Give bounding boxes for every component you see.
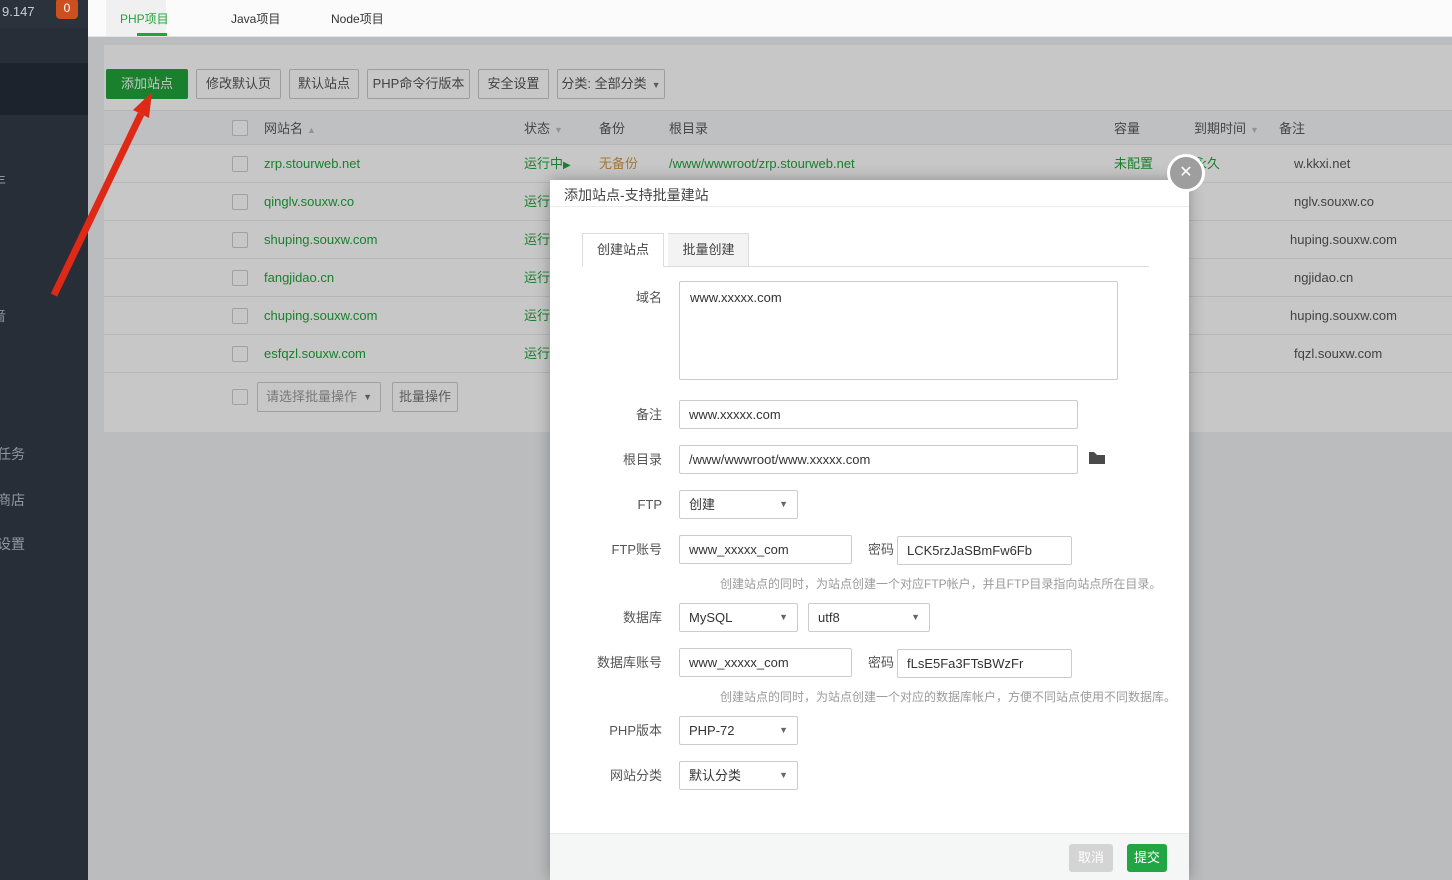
- ftp-password-label: 密码: [868, 535, 894, 564]
- modal-tab-create-site[interactable]: 创建站点: [582, 233, 664, 267]
- root-dir-input[interactable]: [679, 445, 1078, 474]
- domain-textarea[interactable]: www.xxxxx.com: [679, 281, 1118, 380]
- db-type-select[interactable]: MySQL▼: [679, 603, 798, 632]
- caret-down-icon: ▼: [779, 717, 788, 744]
- ftp-account-label: FTP账号: [550, 535, 662, 564]
- tab-active-underline: [137, 33, 167, 36]
- modal-tab-batch-create[interactable]: 批量创建: [668, 233, 749, 267]
- caret-down-icon: ▼: [911, 604, 920, 631]
- notification-badge[interactable]: 0: [56, 0, 78, 19]
- ftp-password-input[interactable]: [897, 536, 1072, 565]
- domain-label: 域名: [550, 283, 662, 312]
- cancel-button[interactable]: 取消: [1069, 844, 1113, 872]
- caret-down-icon: ▼: [779, 491, 788, 518]
- sidebar-header: 9.147 0: [0, 0, 88, 28]
- tab-node-project[interactable]: Node项目: [331, 10, 384, 27]
- tab-php-project[interactable]: PHP项目: [120, 10, 169, 27]
- db-label: 数据库: [550, 603, 662, 632]
- db-charset-select[interactable]: utf8▼: [808, 603, 930, 632]
- modal-title-divider: [550, 206, 1189, 207]
- ftp-label: FTP: [550, 490, 662, 519]
- modal-tabs: 创建站点 批量创建: [582, 233, 1149, 267]
- server-ip-fragment: 9.147: [2, 4, 35, 19]
- db-password-label: 密码: [868, 648, 894, 677]
- db-account-label: 数据库账号: [550, 648, 662, 677]
- caret-down-icon: ▼: [779, 762, 788, 789]
- add-site-modal: 添加站点-支持批量建站 创建站点 批量创建 域名 www.xxxxx.com 备…: [550, 180, 1189, 880]
- sidebar-item-cron[interactable]: 任务: [0, 444, 25, 464]
- modal-footer: 取消 提交: [550, 833, 1189, 880]
- remark-label: 备注: [550, 400, 662, 429]
- site-category-select[interactable]: 默认分类▼: [679, 761, 798, 790]
- caret-down-icon: ▼: [779, 604, 788, 631]
- project-tabs-bar: PHP项目 Java项目 Node项目: [88, 0, 1452, 37]
- root-dir-label: 根目录: [550, 445, 662, 474]
- db-password-input[interactable]: [897, 649, 1072, 678]
- sidebar-item-appstore[interactable]: 商店: [0, 490, 25, 510]
- submit-button[interactable]: 提交: [1127, 844, 1167, 872]
- app-window: 9.147 0 丰 啬 任务 商店 设置 PHP项目 Java项目 Node项目…: [0, 0, 1452, 880]
- remark-input[interactable]: [679, 400, 1078, 429]
- db-account-input[interactable]: [679, 648, 852, 677]
- sidebar-item-settings[interactable]: 设置: [0, 534, 25, 554]
- sidebar-active-item[interactable]: [0, 63, 88, 115]
- sidebar: 9.147 0 丰 啬 任务 商店 设置: [0, 0, 88, 880]
- ftp-helper-text: 创建站点的同时，为站点创建一个对应FTP帐户，并且FTP目录指向站点所在目录。: [720, 575, 1161, 592]
- ftp-account-input[interactable]: [679, 535, 852, 564]
- folder-icon[interactable]: [1088, 450, 1106, 466]
- sidebar-item-fragment-1[interactable]: 丰: [0, 171, 6, 191]
- tab-java-project[interactable]: Java项目: [231, 10, 280, 27]
- db-helper-text: 创建站点的同时，为站点创建一个对应的数据库帐户，方便不同站点使用不同数据库。: [720, 688, 1176, 705]
- site-category-label: 网站分类: [550, 761, 662, 790]
- sidebar-item-fragment-2[interactable]: 啬: [0, 306, 6, 326]
- php-version-select[interactable]: PHP-72▼: [679, 716, 798, 745]
- modal-title: 添加站点-支持批量建站: [564, 185, 709, 205]
- close-icon[interactable]: ✕: [1167, 154, 1205, 192]
- ftp-select[interactable]: 创建▼: [679, 490, 798, 519]
- php-version-label: PHP版本: [550, 716, 662, 745]
